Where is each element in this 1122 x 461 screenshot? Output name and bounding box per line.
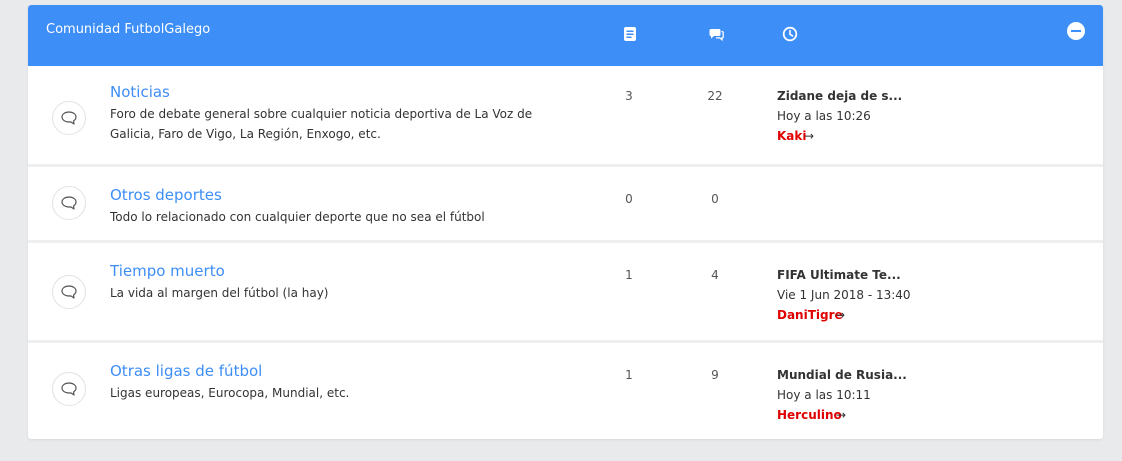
last-post-user[interactable]: Herculino — [777, 408, 842, 422]
last-post-user[interactable]: Kaki — [777, 129, 807, 143]
speech-bubble-icon — [61, 285, 77, 299]
forum-title[interactable]: Tiempo muerto — [110, 262, 225, 280]
chat-icon — [709, 29, 724, 42]
forum-title[interactable]: Noticias — [110, 83, 170, 101]
forum-category-panel: Comunidad FutbolGalego Noticias Foro de … — [28, 5, 1103, 439]
forum-status-icon — [52, 372, 86, 406]
forum-description: La vida al margen del fútbol (la hay) — [110, 286, 329, 300]
topics-count: 1 — [625, 268, 633, 282]
document-icon — [624, 27, 636, 41]
last-post-time: Vie 1 Jun 2018 - 13:40 — [777, 288, 911, 302]
posts-count: 0 — [711, 192, 719, 206]
last-post-title[interactable]: Mundial de Rusia... — [777, 368, 907, 382]
go-to-last-post-arrow[interactable]: → — [835, 308, 845, 322]
last-post-user[interactable]: DaniTigre — [777, 308, 843, 322]
speech-bubble-icon — [61, 382, 77, 396]
last-post-time: Hoy a las 10:26 — [777, 109, 871, 123]
forum-status-icon — [52, 186, 86, 220]
forum-row: Otros deportes Todo lo relacionado con c… — [28, 167, 1103, 240]
forum-status-icon — [52, 275, 86, 309]
last-post-time: Hoy a las 10:11 — [777, 388, 871, 402]
posts-count: 9 — [711, 368, 719, 382]
clock-icon — [782, 26, 798, 42]
forum-status-icon — [52, 101, 86, 135]
topics-count: 1 — [625, 368, 633, 382]
topics-count: 3 — [625, 89, 633, 103]
posts-count: 22 — [707, 89, 723, 103]
last-post-title[interactable]: Zidane deja de s... — [777, 89, 902, 103]
category-header: Comunidad FutbolGalego — [28, 5, 1103, 66]
forum-row: Otras ligas de fútbol Ligas europeas, Eu… — [28, 343, 1103, 439]
go-to-last-post-arrow[interactable]: → — [804, 129, 814, 143]
forum-description: Ligas europeas, Eurocopa, Mundial, etc. — [110, 386, 350, 400]
topics-count: 0 — [625, 192, 633, 206]
forum-description: Todo lo relacionado con cualquier deport… — [110, 210, 485, 224]
collapse-category-button[interactable] — [1067, 22, 1085, 40]
speech-bubble-icon — [61, 196, 77, 210]
forum-description: Foro de debate general sobre cualquier n… — [110, 107, 533, 141]
forum-title[interactable]: Otros deportes — [110, 186, 222, 204]
category-title[interactable]: Comunidad FutbolGalego — [46, 22, 210, 37]
go-to-last-post-arrow[interactable]: → — [836, 408, 846, 422]
forum-row: Noticias Foro de debate general sobre cu… — [28, 66, 1103, 164]
last-post-title[interactable]: FIFA Ultimate Te... — [777, 268, 901, 282]
speech-bubble-icon — [61, 111, 77, 125]
forum-title[interactable]: Otras ligas de fútbol — [110, 362, 262, 380]
forum-row: Tiempo muerto La vida al margen del fútb… — [28, 243, 1103, 340]
posts-count: 4 — [711, 268, 719, 282]
